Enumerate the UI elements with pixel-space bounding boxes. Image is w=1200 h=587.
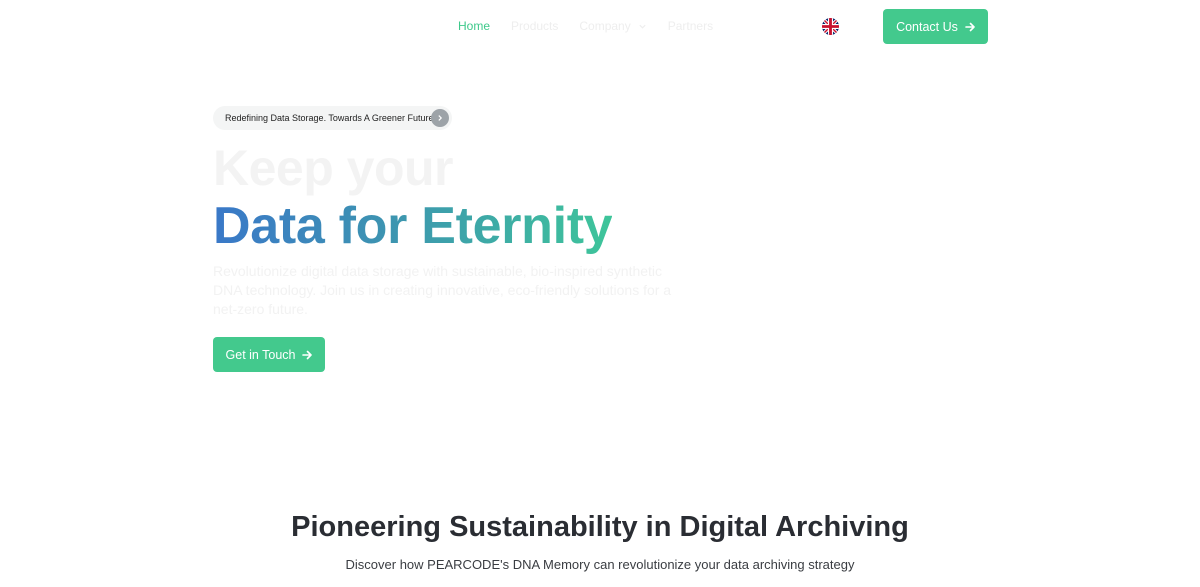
arrow-right-icon [965,22,975,31]
get-in-touch-button[interactable]: Get in Touch [213,337,325,372]
section-title: Pioneering Sustainability in Digital Arc… [291,511,909,543]
chevron-down-icon [639,24,646,29]
nav-company-dropdown[interactable]: Company [579,19,646,33]
get-in-touch-label: Get in Touch [225,347,296,362]
hero-title-line2: Data for Eternity [213,197,613,255]
nav-partners-link[interactable]: Partners [668,19,713,33]
nav-links: Home Products Company Partners [458,19,734,33]
arrow-right-icon [302,350,313,359]
top-nav: Home Products Company Partners Contact U… [0,0,1200,52]
page: Home Products Company Partners Contact U… [0,0,1200,587]
hero-badge[interactable]: Redefining Data Storage. Towards A Green… [213,106,452,130]
section-subtitle: Discover how PEARCODE's DNA Memory can r… [345,557,855,572]
nav-products-link[interactable]: Products [511,19,558,33]
hero-badge-text: Redefining Data Storage. Towards A Green… [225,113,434,123]
hero-description: Revolutionize digital data storage with … [213,263,672,317]
nav-company-label: Company [579,19,631,33]
uk-flag-icon[interactable] [822,18,839,35]
contact-us-label: Contact Us [896,19,958,34]
chevron-right-icon [431,109,449,127]
hero-title-line1: Keep your [213,140,454,196]
contact-us-button[interactable]: Contact Us [883,9,988,44]
nav-home-link[interactable]: Home [458,19,490,33]
